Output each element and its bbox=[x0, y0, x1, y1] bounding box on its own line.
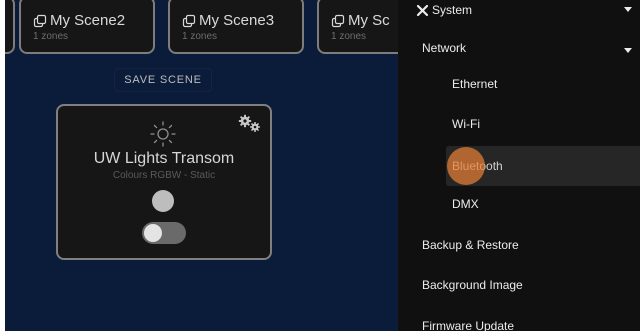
scene-card[interactable]: My Scene2 1 zones bbox=[19, 0, 155, 54]
zone-toggle[interactable] bbox=[142, 222, 186, 244]
chevron-down-icon bbox=[624, 48, 632, 53]
zone-subtitle: Colours RGBW - Static bbox=[112, 170, 216, 181]
copy-icon bbox=[33, 14, 47, 27]
menu-item-label: Ethernet bbox=[452, 77, 498, 91]
menu-item-label: System bbox=[432, 3, 473, 17]
tools-icon bbox=[416, 4, 429, 16]
toggle-knob bbox=[144, 224, 162, 242]
menu-item-wifi[interactable]: Wi-Fi bbox=[398, 104, 640, 144]
menu-item-firmware-update[interactable]: Firmware Update bbox=[398, 306, 640, 331]
scene-title: My Scene2 bbox=[50, 12, 126, 29]
menu-item-label: Firmware Update bbox=[422, 319, 515, 331]
menu-item-dmx[interactable]: DMX bbox=[398, 184, 640, 224]
menu-item-label: DMX bbox=[452, 197, 479, 211]
menu-item-backup-restore[interactable]: Backup & Restore bbox=[398, 225, 640, 265]
zone-title: UW Lights Transom bbox=[93, 150, 235, 167]
menu-item-label: Background Image bbox=[422, 278, 523, 292]
menu-item-system[interactable]: System bbox=[398, 0, 640, 30]
scene-zones: 1 zones bbox=[331, 31, 367, 42]
touch-indicator bbox=[447, 147, 485, 185]
zone-card[interactable]: UW Lights Transom Colours RGBW - Static bbox=[56, 104, 272, 260]
menu-item-label: Backup & Restore bbox=[422, 238, 519, 252]
copy-icon bbox=[331, 14, 345, 27]
chevron-down-icon bbox=[624, 7, 632, 12]
menu-item-ethernet[interactable]: Ethernet bbox=[398, 64, 640, 104]
sun-icon bbox=[150, 121, 176, 147]
copy-icon bbox=[182, 14, 196, 27]
scene-card[interactable]: My Scene3 1 zones bbox=[168, 0, 304, 54]
menu-item-network[interactable]: Network bbox=[398, 28, 640, 68]
color-indicator[interactable] bbox=[152, 190, 174, 212]
scene-title: My Sc bbox=[348, 12, 390, 29]
scene-title: My Scene3 bbox=[199, 12, 275, 29]
side-menu: System Network Ethernet Wi-Fi Bluetooth … bbox=[398, 0, 640, 331]
menu-item-label: Network bbox=[422, 41, 467, 55]
scene-zones: 1 zones bbox=[182, 31, 218, 42]
save-scene-button[interactable]: SAVE SCENE bbox=[115, 69, 211, 91]
app: My Scene2 1 zones My Scene3 1 zones My S… bbox=[5, 0, 640, 331]
settings-icon[interactable] bbox=[238, 114, 262, 134]
scene-zones: 1 zones bbox=[33, 31, 69, 42]
menu-item-label: Wi-Fi bbox=[452, 117, 480, 131]
menu-item-background-image[interactable]: Background Image bbox=[398, 265, 640, 305]
scene-card-partial-left[interactable] bbox=[5, 0, 15, 54]
